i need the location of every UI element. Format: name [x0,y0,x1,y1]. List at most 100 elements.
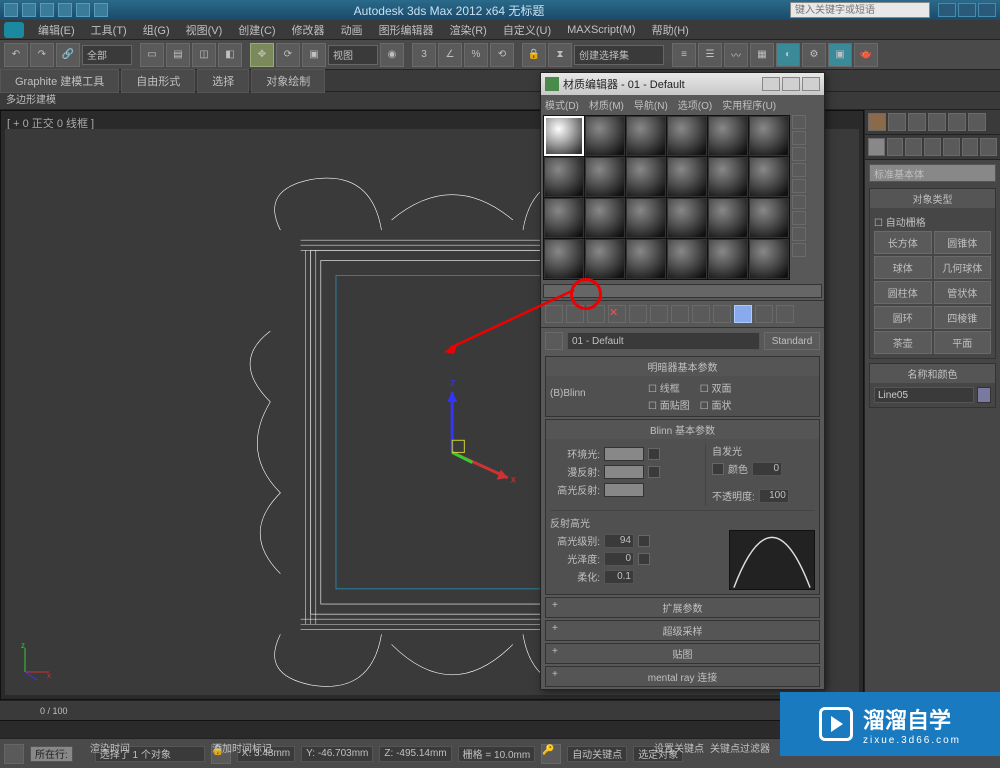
select-button[interactable]: ▭ [140,43,164,67]
rollout-header[interactable]: Blinn 基本参数 [546,420,819,439]
gloss-map-button[interactable] [638,553,650,565]
cameras-tab-icon[interactable] [924,138,941,156]
pyramid-button[interactable]: 四棱锥 [934,306,992,329]
menu-group[interactable]: 组(G) [135,22,178,38]
menu-views[interactable]: 视图(V) [178,22,231,38]
menu-modifiers[interactable]: 修改器 [284,22,333,38]
select-by-mat-icon[interactable] [792,227,806,241]
mat-close-button[interactable] [802,77,820,91]
menu-create[interactable]: 创建(C) [230,22,283,38]
teapot-button[interactable]: 茶壶 [874,331,932,354]
make-preview-icon[interactable] [792,195,806,209]
mat-menu-utilities[interactable]: 实用程序(U) [722,97,776,112]
object-color-swatch[interactable] [977,387,991,403]
add-time-tag[interactable]: 添加时间标记 [212,740,648,755]
mat-menu-nav[interactable]: 导航(N) [634,97,668,112]
lights-tab-icon[interactable] [905,138,922,156]
systems-tab-icon[interactable] [980,138,997,156]
menu-help[interactable]: 帮助(H) [644,22,697,38]
spec-level-spinner[interactable]: 94 [604,534,634,548]
go-parent-icon[interactable] [755,305,773,323]
material-slot[interactable] [585,198,625,238]
utilities-tab-icon[interactable] [968,113,986,131]
extended-params-rollout[interactable]: 扩展参数 [545,597,820,618]
keyfilter-button[interactable]: 关键点过滤器 [710,740,770,755]
material-slot[interactable] [626,198,666,238]
get-material-icon[interactable] [545,305,563,323]
menu-animation[interactable]: 动画 [333,22,371,38]
cylinder-button[interactable]: 圆柱体 [874,281,932,304]
ribbon-tab-graphite[interactable]: Graphite 建模工具 [0,69,119,93]
cone-button[interactable]: 圆锥体 [934,231,992,254]
faceted-checkbox[interactable]: ☐ 面状 [700,397,732,412]
create-tab-icon[interactable] [868,113,886,131]
mat-slot-scrollbar[interactable] [543,284,822,298]
rollout-header[interactable]: 明暗器基本参数 [546,357,819,376]
tube-button[interactable]: 管状体 [934,281,992,304]
menu-tools[interactable]: 工具(T) [83,22,135,38]
mirror-button[interactable]: ⧗ [548,43,572,67]
align-button[interactable]: ≡ [672,43,696,67]
named-selset-dd[interactable]: 创建选择集 [574,45,664,65]
plane-button[interactable]: 平面 [934,331,992,354]
mat-menu-material[interactable]: 材质(M) [589,97,624,112]
shapes-tab-icon[interactable] [887,138,904,156]
material-name-dd[interactable]: 01 - Default [567,332,760,350]
object-name-input[interactable] [874,387,974,403]
cp-rollout-header[interactable]: 名称和颜色 [870,364,995,383]
qat-btn[interactable] [22,3,36,17]
menu-maxscript[interactable]: MAXScript(M) [559,24,643,36]
maximize-button[interactable] [958,3,976,17]
move-button[interactable]: ✥ [250,43,274,67]
material-slot[interactable] [749,116,789,156]
mentalray-rollout[interactable]: mental ray 连接 [545,666,820,687]
reset-map-icon[interactable]: ✕ [608,305,626,323]
menu-graph[interactable]: 图形编辑器 [371,22,442,38]
specular-swatch[interactable] [604,483,644,497]
geometry-tab-icon[interactable] [868,138,885,156]
setkey-button[interactable]: 设置关键点 [654,740,704,755]
material-slot[interactable] [708,116,748,156]
material-slot[interactable] [667,239,707,279]
material-slot[interactable] [667,116,707,156]
supersampling-rollout[interactable]: 超级采样 [545,620,820,641]
material-slot[interactable] [585,157,625,197]
qat-btn[interactable] [4,3,18,17]
scale-button[interactable]: ▣ [302,43,326,67]
put-to-library-icon[interactable] [671,305,689,323]
app-menu-icon[interactable] [4,22,24,38]
spinner-snap-button[interactable]: ⟲ [490,43,514,67]
cp-type-dropdown[interactable]: 标准基本体 [869,164,996,182]
material-slot[interactable] [749,239,789,279]
material-slot[interactable] [585,116,625,156]
ref-coord-dd[interactable]: 视图 [328,45,378,65]
material-slot[interactable] [708,198,748,238]
pick-material-icon[interactable] [545,332,563,350]
maxscript-mini-icon[interactable] [4,744,24,764]
undo-button[interactable]: ↶ [4,43,28,67]
diffuse-swatch[interactable] [604,465,644,479]
window-crossing-button[interactable]: ◧ [218,43,242,67]
mat-titlebar[interactable]: 材质编辑器 - 01 - Default [541,73,824,95]
close-button[interactable] [978,3,996,17]
spacewarps-tab-icon[interactable] [962,138,979,156]
cp-rollout-header[interactable]: 对象类型 [870,189,995,208]
material-editor-button[interactable]: ◐ [776,43,800,67]
motion-tab-icon[interactable] [928,113,946,131]
rect-select-button[interactable]: ◫ [192,43,216,67]
menu-render[interactable]: 渲染(R) [442,22,495,38]
options-icon[interactable] [792,211,806,225]
selfillum-spinner[interactable]: 0 [752,462,782,476]
rendered-frame-button[interactable]: ▣ [828,43,852,67]
mat-menu-mode[interactable]: 模式(D) [545,97,579,112]
hierarchy-tab-icon[interactable] [908,113,926,131]
ribbon-tab-freeform[interactable]: 自由形式 [121,69,195,93]
link-button[interactable]: 🔗 [56,43,80,67]
torus-button[interactable]: 圆环 [874,306,932,329]
helpers-tab-icon[interactable] [943,138,960,156]
mat-minimize-button[interactable] [762,77,780,91]
material-slot[interactable] [749,157,789,197]
ambient-lock-icon[interactable] [648,448,660,460]
assign-to-selection-icon[interactable] [587,305,605,323]
qat-btn[interactable] [58,3,72,17]
